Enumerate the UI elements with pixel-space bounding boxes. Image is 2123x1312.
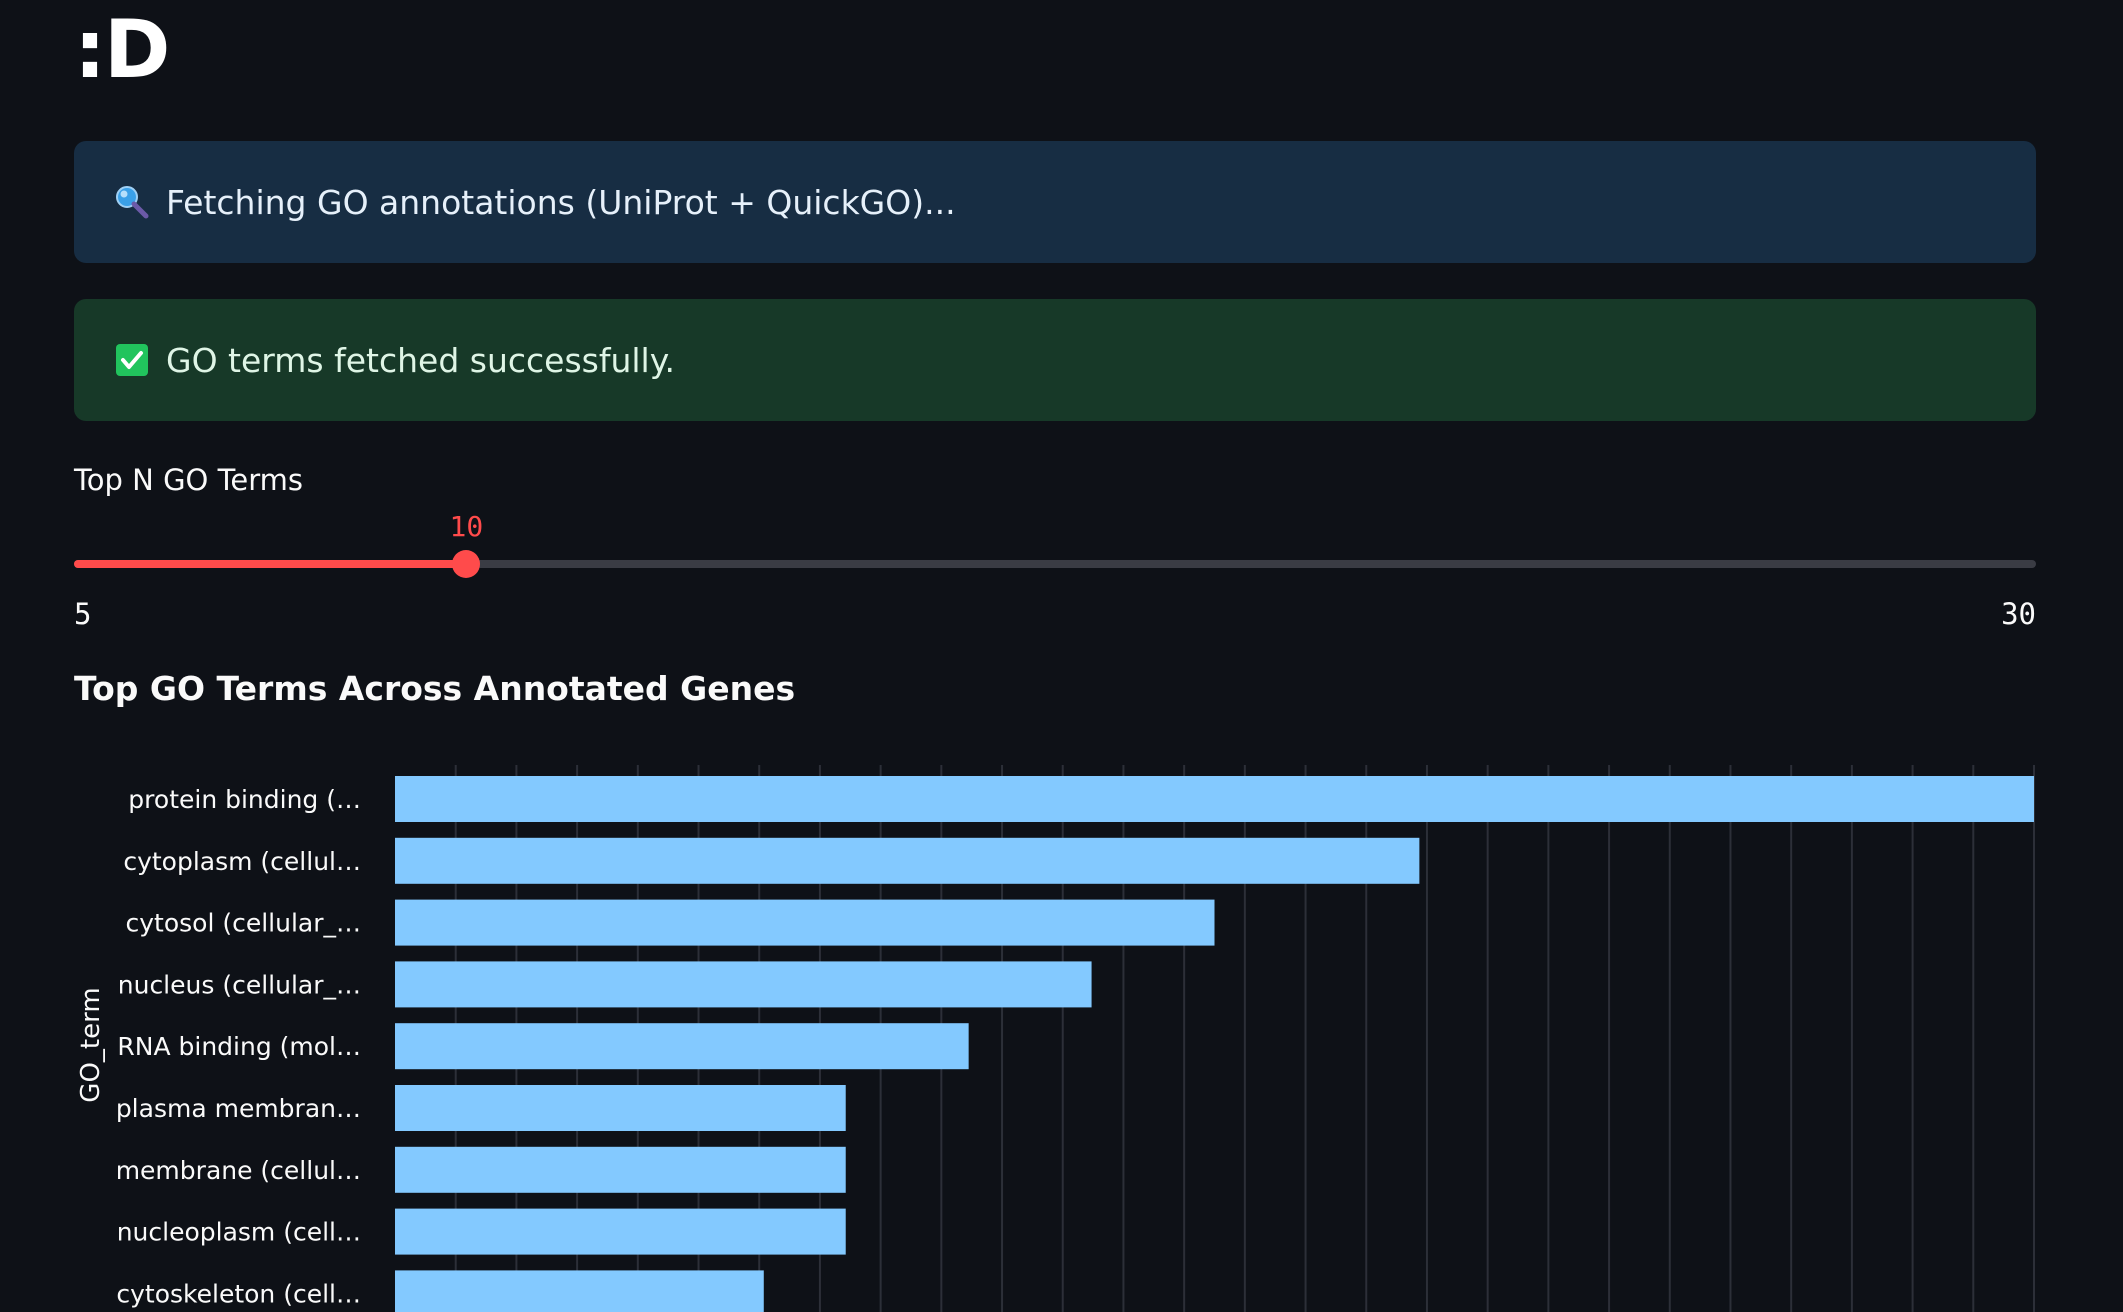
app-logo: :D: [74, 3, 170, 96]
check-box-icon: [114, 342, 150, 378]
info-message: Fetching GO annotations (UniProt + Quick…: [166, 182, 956, 222]
success-message: GO terms fetched successfully.: [166, 340, 676, 380]
slider-max-label: 30: [2001, 597, 2036, 631]
slider-min-label: 5: [74, 597, 92, 631]
chart-title: Top GO Terms Across Annotated Genes: [74, 669, 796, 708]
top-n-slider[interactable]: [74, 550, 2036, 578]
slider-fill: [74, 560, 467, 568]
chart-bar[interactable]: [395, 1085, 846, 1131]
chart-bar[interactable]: [395, 1208, 846, 1255]
slider-label: Top N GO Terms: [74, 463, 303, 497]
chart-category-label: RNA binding (mol…: [117, 1032, 361, 1061]
chart-category-label: cytoplasm (cellul…: [123, 847, 361, 876]
magnifier-icon: [114, 184, 150, 220]
chart-category-label: membrane (cellul…: [116, 1156, 361, 1185]
chart-bar[interactable]: [395, 961, 1092, 1008]
slider-value-readout: 10: [449, 510, 484, 543]
go-terms-bar-chart: protein binding (… cytoplasm (cellul… cyto…: [76, 765, 2035, 1312]
chart-bar[interactable]: [395, 899, 1215, 946]
slider-thumb[interactable]: [452, 550, 481, 578]
chart-bar[interactable]: [395, 1023, 969, 1070]
chart-bar[interactable]: [395, 776, 2034, 822]
chart-bar[interactable]: [395, 837, 1420, 884]
chart-category-label: cytoskeleton (cell…: [116, 1279, 361, 1308]
chart-category-label: cytosol (cellular_…: [125, 909, 361, 938]
chart-category-label: nucleus (cellular_…: [118, 970, 361, 999]
chart-category-label: plasma membran…: [116, 1094, 361, 1123]
chart-bar[interactable]: [395, 1146, 846, 1193]
chart-bar[interactable]: [395, 1270, 764, 1312]
chart-y-axis-title: GO_term: [76, 987, 106, 1102]
chart-category-label: nucleoplasm (cell…: [117, 1218, 361, 1247]
info-alert: Fetching GO annotations (UniProt + Quick…: [74, 141, 2036, 263]
app-page: :D Fetching GO annotations (UniProt + Qu…: [0, 0, 2123, 1312]
chart-category-label: protein binding (…: [128, 785, 361, 814]
success-alert: GO terms fetched successfully.: [74, 299, 2036, 421]
